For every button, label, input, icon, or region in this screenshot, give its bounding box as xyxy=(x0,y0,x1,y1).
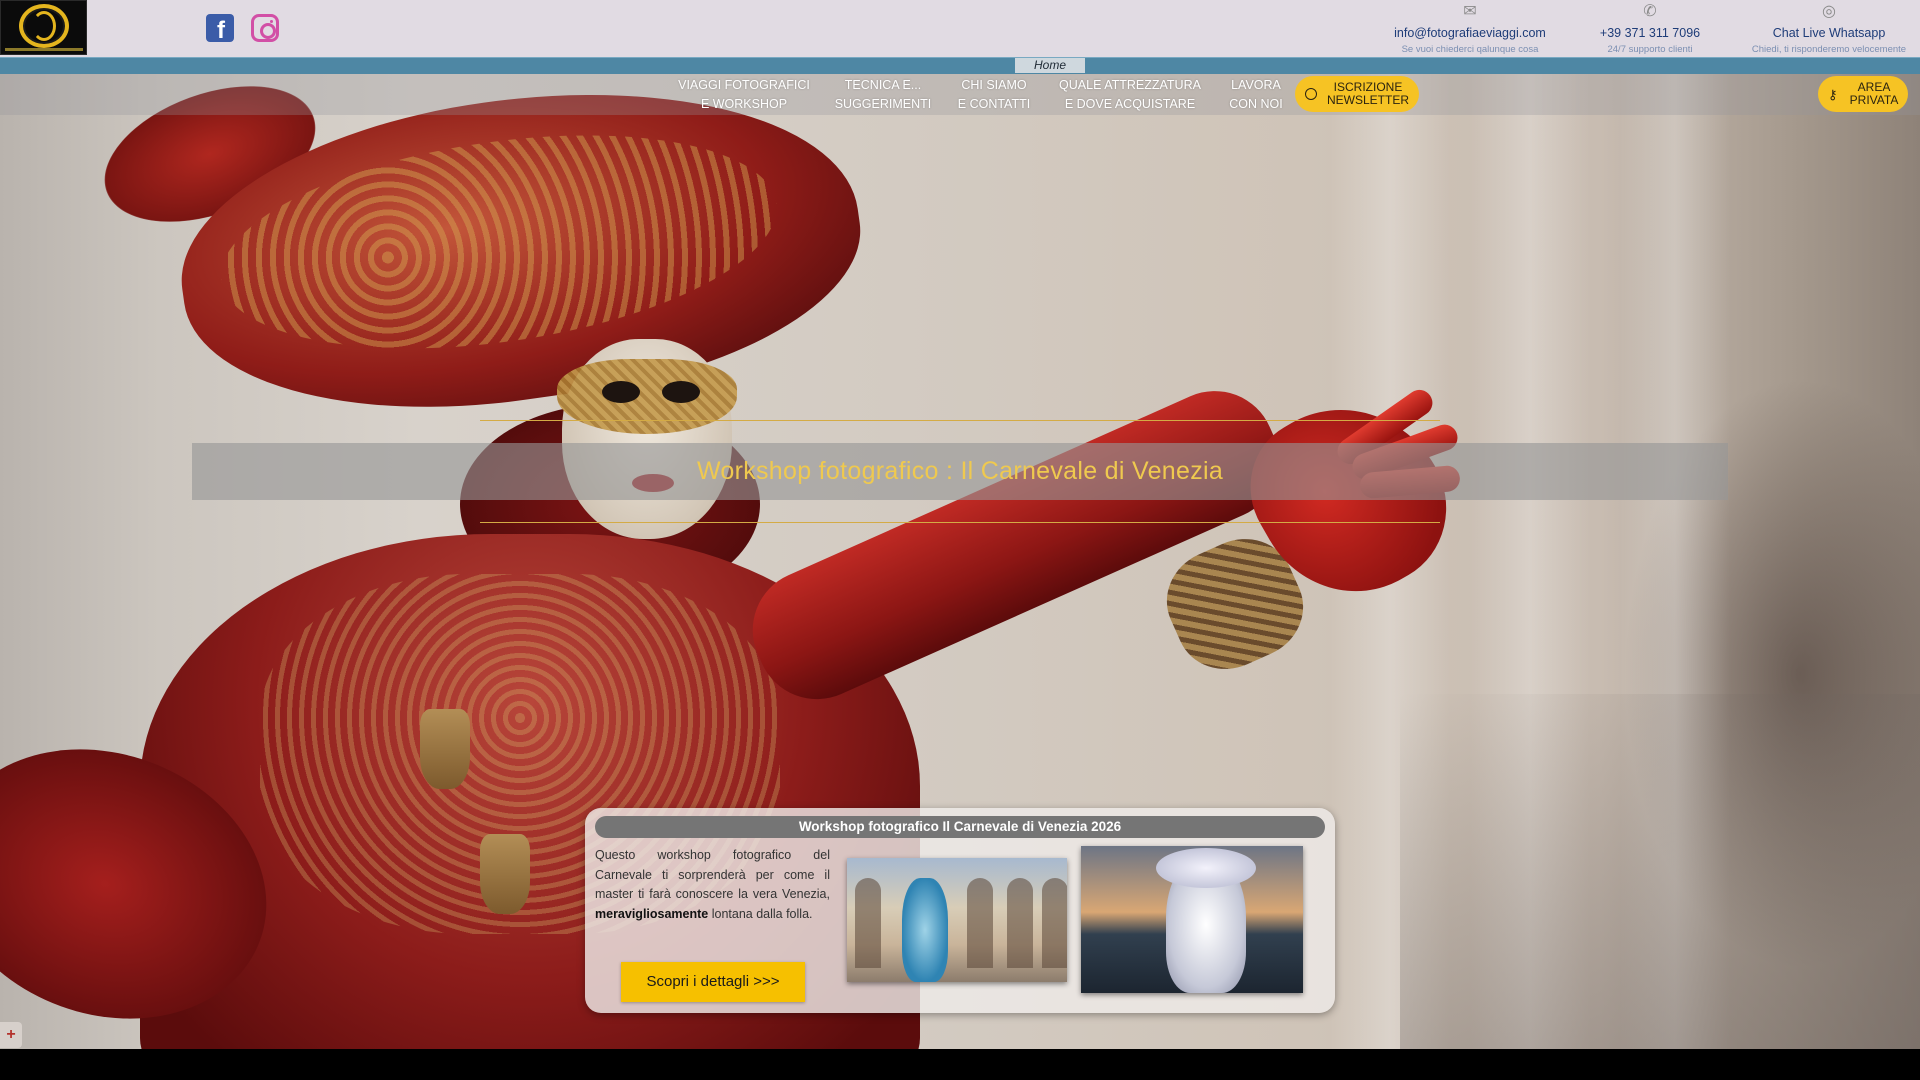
smiley-icon xyxy=(1305,88,1317,100)
contact-email-sub: Se vuoi chiederci qalunque cosa xyxy=(1401,44,1539,55)
instagram-icon[interactable] xyxy=(251,14,279,42)
facebook-icon[interactable]: f xyxy=(206,14,234,44)
white-costume-figure xyxy=(1156,848,1256,993)
hero-title-band: Workshop fotografico : Il Carnevale di V… xyxy=(192,443,1728,500)
nav-item-chi-siamo[interactable]: CHI SIAMO E CONTATTI xyxy=(950,76,1038,114)
contact-whatsapp-sub: Chiedi, ti risponderemo velocemente xyxy=(1751,44,1907,55)
breadcrumb[interactable]: Home xyxy=(1015,58,1085,73)
nav-item-line2: E DOVE ACQUISTARE xyxy=(1064,97,1196,111)
logo-ring-inner xyxy=(32,11,56,41)
phone-icon: ✆ xyxy=(1643,3,1657,20)
logo-strip xyxy=(5,48,83,51)
contact-phone-sub: 24/7 supporto clienti xyxy=(1607,44,1693,55)
mask-eye xyxy=(602,381,640,403)
bottom-bar xyxy=(0,1049,1920,1080)
mask-gold-band xyxy=(557,359,737,434)
contact-email-label[interactable]: info@fotografiaeviaggi.com xyxy=(1380,26,1560,40)
mail-icon: ✉ xyxy=(1463,3,1477,20)
nav-item-line2: SUGGERIMENTI xyxy=(834,97,932,111)
private-area-button[interactable]: ⚷ AREA PRIVATA xyxy=(1818,76,1908,112)
nav-item-line2: CON NOI xyxy=(1229,97,1283,111)
nav-item-line1: QUALE ATTREZZATURA xyxy=(1059,78,1201,92)
nav-item-line1: VIAGGI FOTOGRAFICI xyxy=(678,78,810,92)
workshop-card-description: Questo workshop fotografico del Carneval… xyxy=(595,846,830,924)
costume-tassel xyxy=(480,834,530,914)
contact-whatsapp-label[interactable]: Chat Live Whatsapp xyxy=(1740,26,1918,40)
workshop-card-title: Workshop fotografico Il Carnevale di Ven… xyxy=(595,816,1325,838)
key-icon: ⚷ xyxy=(1828,87,1838,102)
arcade-arch xyxy=(855,878,881,968)
details-button[interactable]: Scopri i dettagli >>> xyxy=(621,962,805,1002)
mask-eye xyxy=(662,381,700,403)
facebook-glyph: f xyxy=(217,17,225,44)
workshop-photo-1[interactable] xyxy=(847,858,1067,982)
top-bar: f ✉ info@fotografiaeviaggi.com Se vuoi c… xyxy=(0,0,1920,57)
arcade-arch xyxy=(1007,878,1033,968)
side-tab-icon[interactable]: + xyxy=(0,1022,22,1048)
newsletter-button[interactable]: ISCRIZIONE NEWSLETTER xyxy=(1295,76,1419,112)
arcade-arch xyxy=(967,878,993,968)
nav-item-line2: E CONTATTI xyxy=(957,97,1031,111)
contact-phone-label[interactable]: +39 371 311 7096 xyxy=(1580,26,1720,40)
costume-tassel xyxy=(420,709,470,789)
nav-item-tecnica[interactable]: TECNICA E... SUGGERIMENTI xyxy=(830,76,936,114)
private-area-line2: PRIVATA xyxy=(1849,93,1899,107)
background-floor xyxy=(1400,694,1920,1049)
title-rule-top xyxy=(480,420,1440,421)
contact-whatsapp[interactable]: ◎ Chat Live Whatsapp Chiedi, ti risponde… xyxy=(1740,3,1918,55)
nav-item-viaggi[interactable]: VIAGGI FOTOGRAFICI E WORKSHOP xyxy=(672,76,816,114)
site-logo[interactable] xyxy=(0,0,87,55)
nav-item-line1: TECNICA E... xyxy=(844,78,922,92)
contact-phone[interactable]: ✆ +39 371 311 7096 24/7 supporto clienti xyxy=(1580,3,1720,55)
newsletter-line2: NEWSLETTER xyxy=(1326,93,1409,107)
nav-item-attrezzatura[interactable]: QUALE ATTREZZATURA E DOVE ACQUISTARE xyxy=(1052,76,1208,114)
nav-item-line1: LAVORA xyxy=(1231,78,1281,92)
nav-item-line1: CHI SIAMO xyxy=(961,78,1027,92)
description-text-end: lontana dalla folla. xyxy=(708,906,813,921)
workshop-card: Workshop fotografico Il Carnevale di Ven… xyxy=(585,808,1335,1013)
arcade-arch xyxy=(1042,878,1067,968)
contact-email[interactable]: ✉ info@fotografiaeviaggi.com Se vuoi chi… xyxy=(1380,3,1560,55)
workshop-photo-2[interactable] xyxy=(1081,846,1303,993)
description-bold: meravigliosamente xyxy=(595,906,709,921)
breadcrumb-bar: Home xyxy=(0,57,1920,74)
venetian-mask xyxy=(557,339,737,539)
title-rule-bottom xyxy=(480,522,1440,523)
whatsapp-icon: ◎ xyxy=(1822,3,1836,20)
description-text: Questo workshop fotografico del Carneval… xyxy=(595,848,830,901)
nav-item-lavora[interactable]: LAVORA CON NOI xyxy=(1222,76,1290,114)
hero-title: Workshop fotografico : Il Carnevale di V… xyxy=(696,457,1224,485)
blue-costume-figure xyxy=(902,878,948,982)
nav-item-line2: E WORKSHOP xyxy=(700,97,788,111)
main-nav: VIAGGI FOTOGRAFICI E WORKSHOP TECNICA E.… xyxy=(0,74,1920,115)
